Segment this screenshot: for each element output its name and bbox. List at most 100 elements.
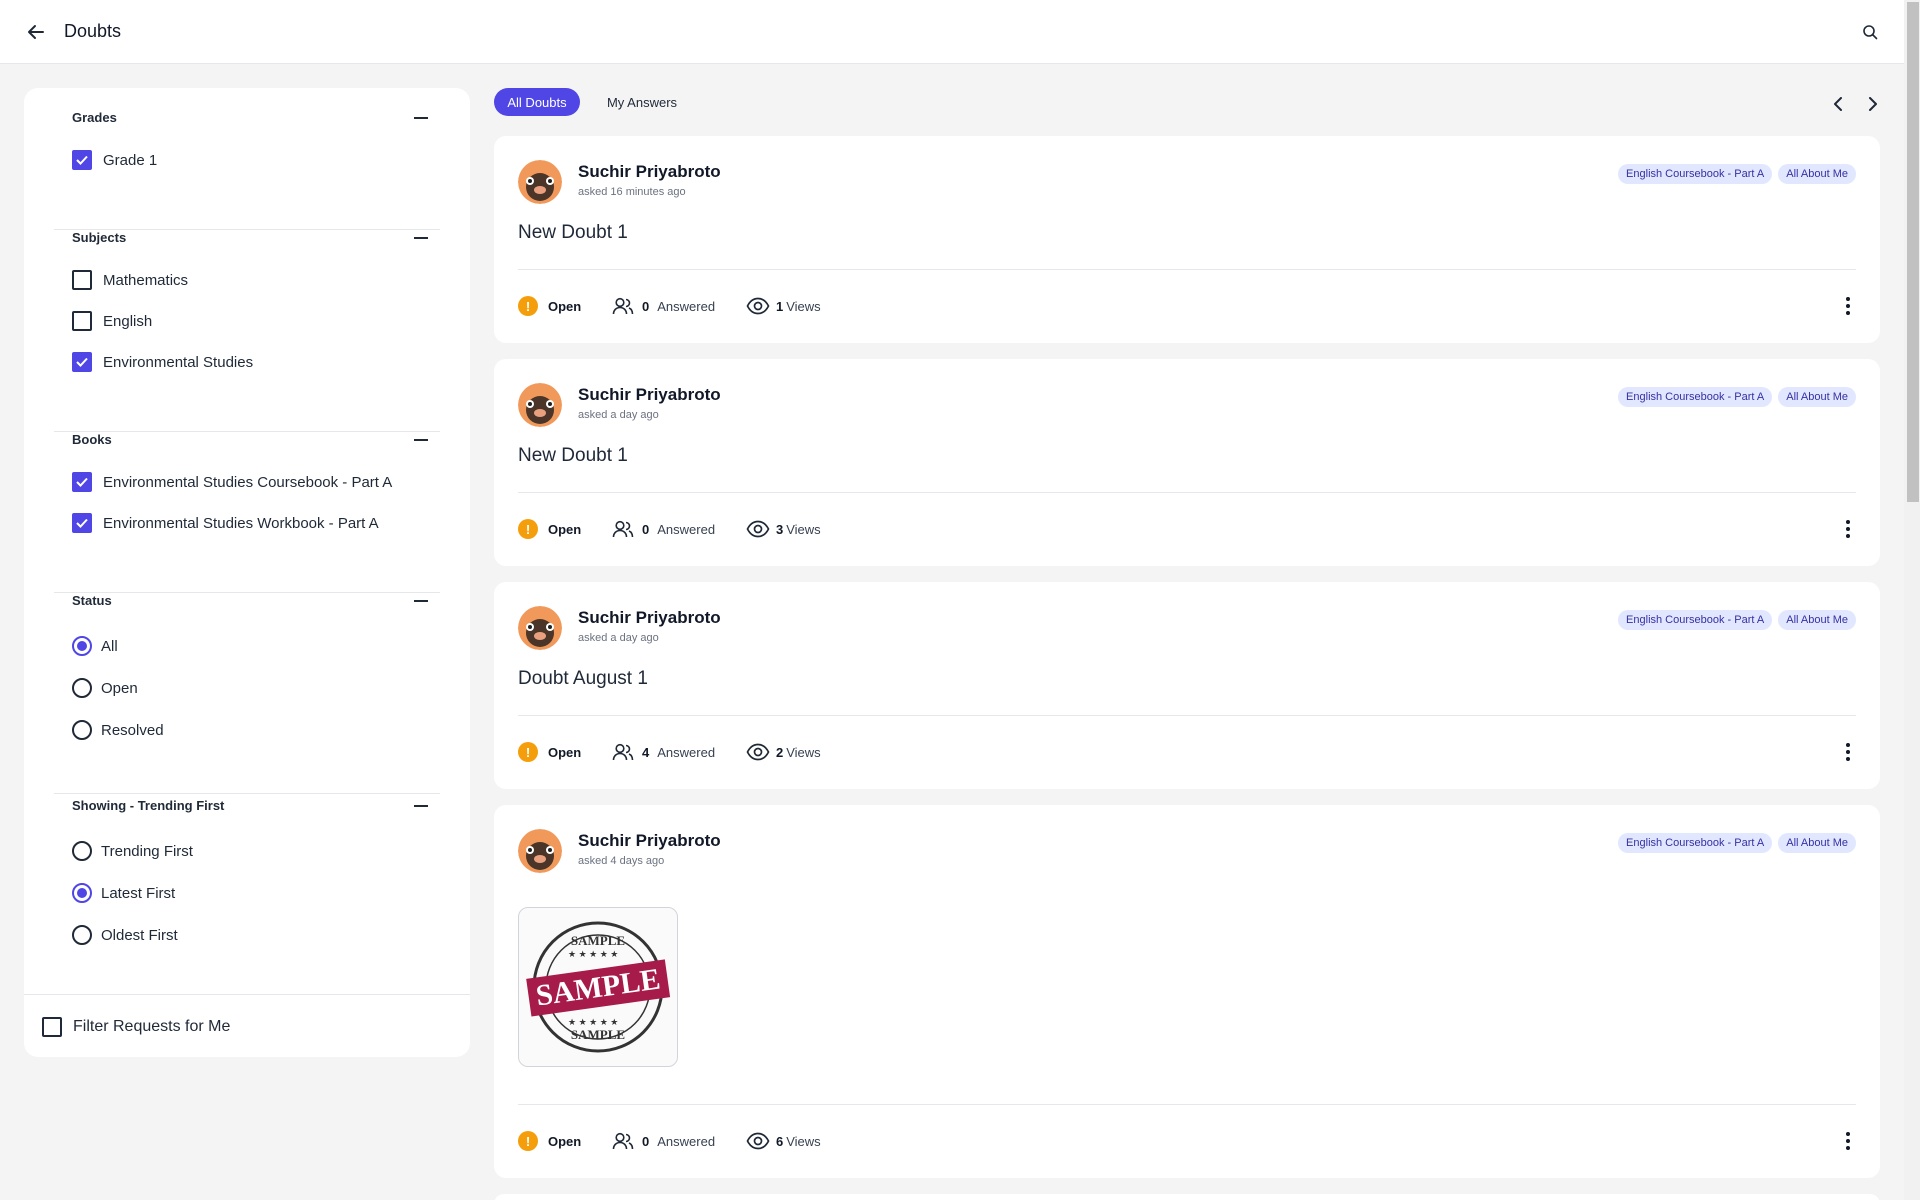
- radio-selected[interactable]: [72, 883, 92, 903]
- author-name: Suchir Priyabroto: [578, 385, 721, 404]
- sort-radio-trending-first[interactable]: Trending First: [72, 840, 193, 862]
- tag-book[interactable]: English Coursebook - Part A: [1618, 164, 1773, 184]
- tab-my-answers[interactable]: My Answers: [596, 88, 688, 116]
- collapse-icon[interactable]: [414, 117, 428, 119]
- doubt-title[interactable]: New Doubt 1: [518, 445, 628, 467]
- subject-checkbox-environmental-studies[interactable]: Environmental Studies: [72, 351, 253, 373]
- tag-chapter[interactable]: All About Me: [1778, 610, 1856, 630]
- card-divider: [518, 492, 1856, 493]
- option-label: English: [103, 312, 153, 330]
- answered-label: Answered: [657, 521, 716, 537]
- asked-time: asked 4 days ago: [578, 855, 665, 867]
- doubt-card[interactable]: Suchir Priyabroto asked 16 minutes ago E…: [494, 136, 1880, 343]
- chevron-left-icon[interactable]: [1828, 94, 1848, 114]
- back-arrow-icon[interactable]: [24, 20, 48, 44]
- views-label: Views: [786, 521, 821, 537]
- tag-chapter[interactable]: All About Me: [1778, 833, 1856, 853]
- status-label: Open: [548, 744, 582, 760]
- more-options-icon[interactable]: [1840, 1129, 1856, 1153]
- sort-radio-oldest-first[interactable]: Oldest First: [72, 924, 178, 946]
- radio-unselected[interactable]: [72, 925, 92, 945]
- collapse-icon[interactable]: [414, 237, 428, 239]
- doubt-card[interactable]: Suchir Priyabroto asked a day ago Englis…: [494, 359, 1880, 566]
- option-label: Oldest First: [101, 926, 178, 944]
- collapse-icon[interactable]: [414, 439, 428, 441]
- status-radio-all[interactable]: All: [72, 635, 118, 657]
- tag-book[interactable]: English Coursebook - Part A: [1618, 833, 1773, 853]
- section-title: Showing - Trending First: [72, 798, 225, 813]
- option-label: Trending First: [101, 842, 193, 860]
- checkbox-unchecked[interactable]: [72, 311, 92, 331]
- eye-icon: [746, 297, 770, 315]
- answered-stat: 0 Answered: [612, 517, 715, 541]
- radio-unselected[interactable]: [72, 720, 92, 740]
- checkbox-unchecked[interactable]: [72, 270, 92, 290]
- subject-checkbox-english[interactable]: English: [72, 310, 152, 332]
- answered-stat: 0 Answered: [612, 1129, 715, 1153]
- card-divider: [518, 1104, 1856, 1105]
- checkbox-unchecked[interactable]: [42, 1017, 62, 1037]
- doubt-title[interactable]: New Doubt 1: [518, 222, 628, 244]
- eye-icon: [746, 743, 770, 761]
- avatar: [518, 829, 562, 873]
- doubt-title[interactable]: Doubt August 1: [518, 668, 648, 690]
- status-radio-open[interactable]: Open: [72, 677, 138, 699]
- eye-icon: [746, 520, 770, 538]
- book-checkbox-workbook[interactable]: Environmental Studies Workbook - Part A: [72, 512, 379, 534]
- checkbox-checked[interactable]: [72, 513, 92, 533]
- more-options-icon[interactable]: [1840, 517, 1856, 541]
- checkbox-checked[interactable]: [72, 352, 92, 372]
- app-header: Doubts: [0, 0, 1904, 64]
- tag-list: English Coursebook - Part A All About Me: [1618, 833, 1856, 853]
- status-radio-resolved[interactable]: Resolved: [72, 719, 164, 741]
- page-scrollbar[interactable]: [1904, 0, 1920, 1200]
- more-options-icon[interactable]: [1840, 740, 1856, 764]
- doubt-card[interactable]: Suchir Priyabroto asked 4 days ago Engli…: [494, 805, 1880, 1178]
- tag-book[interactable]: English Coursebook - Part A: [1618, 387, 1773, 407]
- chevron-right-icon[interactable]: [1863, 94, 1883, 114]
- book-checkbox-coursebook[interactable]: Environmental Studies Coursebook - Part …: [72, 471, 392, 493]
- users-icon: [612, 743, 634, 761]
- search-icon[interactable]: [1860, 22, 1880, 42]
- views-label: Views: [786, 298, 821, 314]
- filter-section-subjects: Subjects Mathematics English Environment…: [54, 230, 440, 432]
- sort-radio-latest-first[interactable]: Latest First: [72, 882, 175, 904]
- checkbox-checked[interactable]: [72, 150, 92, 170]
- tab-all-doubts[interactable]: All Doubts: [494, 88, 580, 116]
- doubt-stats: ! Open 0 Answered 3 Views: [518, 517, 918, 541]
- filter-sidebar: Grades Grade 1 Subjects Mathematics Engl…: [24, 88, 470, 1057]
- tag-chapter[interactable]: All About Me: [1778, 164, 1856, 184]
- views-label: Views: [786, 744, 821, 760]
- answered-count: 0: [642, 298, 650, 314]
- collapse-icon[interactable]: [414, 805, 428, 807]
- avatar: [518, 383, 562, 427]
- tag-list: English Coursebook - Part A All About Me: [1618, 610, 1856, 630]
- doubt-card-partial[interactable]: [494, 1194, 1880, 1200]
- section-title: Grades: [72, 110, 117, 125]
- stamp-text-top: SAMPLE: [571, 933, 625, 948]
- option-label: Open: [101, 679, 138, 697]
- answered-stat: 4 Answered: [612, 740, 715, 764]
- radio-selected[interactable]: [72, 636, 92, 656]
- subject-checkbox-mathematics[interactable]: Mathematics: [72, 269, 188, 291]
- users-icon: [612, 520, 634, 538]
- views-count: 3: [776, 521, 784, 537]
- filter-section-grades: Grades Grade 1: [54, 110, 440, 230]
- tag-book[interactable]: English Coursebook - Part A: [1618, 610, 1773, 630]
- answered-label: Answered: [657, 1133, 716, 1149]
- author-name: Suchir Priyabroto: [578, 831, 721, 850]
- filter-requests-for-me-checkbox[interactable]: Filter Requests for Me: [42, 1016, 230, 1038]
- collapse-icon[interactable]: [414, 600, 428, 602]
- radio-unselected[interactable]: [72, 841, 92, 861]
- asked-time: asked a day ago: [578, 409, 659, 421]
- doubt-card[interactable]: Suchir Priyabroto asked a day ago Englis…: [494, 582, 1880, 789]
- attachment-thumbnail[interactable]: SAMPLE SAMPLE ★ ★ ★ ★ ★ ★ ★ ★ ★ ★ SAMPLE: [518, 907, 678, 1067]
- scrollbar-thumb[interactable]: [1907, 2, 1919, 502]
- more-options-icon[interactable]: [1840, 294, 1856, 318]
- card-divider: [518, 269, 1856, 270]
- radio-unselected[interactable]: [72, 678, 92, 698]
- answered-label: Answered: [657, 298, 716, 314]
- tag-chapter[interactable]: All About Me: [1778, 387, 1856, 407]
- grade-checkbox-grade-1[interactable]: Grade 1: [72, 149, 157, 171]
- checkbox-checked[interactable]: [72, 472, 92, 492]
